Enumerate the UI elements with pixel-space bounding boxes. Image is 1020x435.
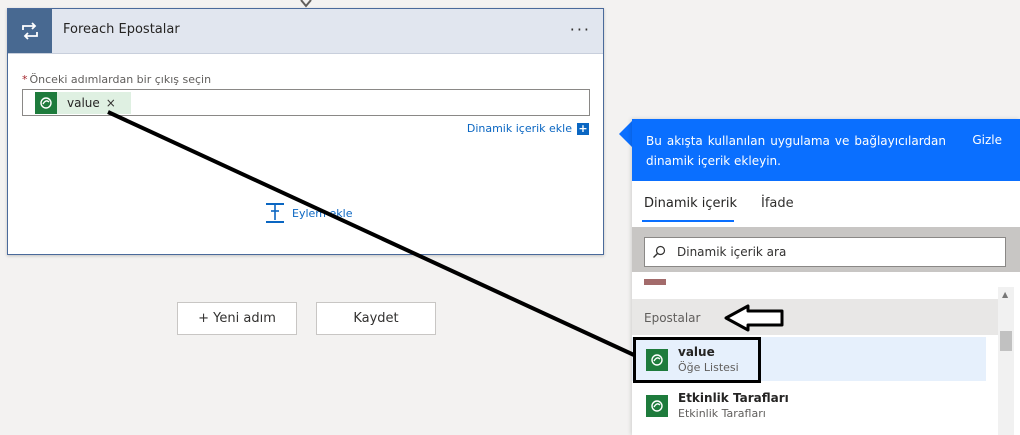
card-header[interactable]: Foreach Epostalar ···: [8, 9, 603, 54]
search-input[interactable]: Dinamik içerik ara: [644, 237, 1006, 267]
dynamic-content-panel: Bu akışta kullanılan uygulama ve bağlayı…: [632, 119, 1020, 435]
more-options-icon[interactable]: ···: [570, 20, 591, 39]
add-action-button[interactable]: Eylem ekle: [264, 202, 352, 224]
token-remove-icon[interactable]: ×: [106, 96, 116, 110]
partially-hidden-row: [644, 279, 1004, 287]
connector-arrow-icon: [300, 0, 312, 8]
field-label-text: Önceki adımlardan bir çıkış seçin: [29, 73, 212, 86]
card-title: Foreach Epostalar: [63, 22, 180, 37]
section-header: Epostalar: [632, 299, 1000, 335]
section-title: Epostalar: [644, 311, 701, 325]
add-action-label: Eylem ekle: [292, 206, 353, 220]
new-step-button[interactable]: + Yeni adım: [177, 302, 297, 335]
active-tab-indicator: [642, 220, 734, 222]
list-item-activity-parties[interactable]: Etkinlik Tarafları Etkinlik Tarafları: [632, 383, 986, 427]
required-mark: *: [22, 73, 28, 86]
save-button[interactable]: Kaydet: [316, 302, 436, 335]
tab-dynamic-content[interactable]: Dinamik içerik: [644, 196, 737, 211]
tab-expression[interactable]: İfade: [761, 196, 794, 211]
add-dynamic-content-link[interactable]: Dinamik içerik ekle +: [467, 122, 589, 135]
previous-output-input[interactable]: value ×: [22, 89, 590, 116]
hide-button[interactable]: Gizle: [972, 133, 1002, 147]
value-token[interactable]: value ×: [35, 92, 131, 114]
scroll-up-icon[interactable]: ▲: [1002, 290, 1008, 299]
scroll-thumb[interactable]: [1000, 331, 1012, 351]
dataverse-icon: [646, 395, 668, 417]
banner-text: Bu akışta kullanılan uygulama ve bağlayı…: [646, 134, 946, 168]
search-icon: [645, 245, 673, 259]
add-action-icon: [266, 203, 284, 223]
panel-banner: Bu akışta kullanılan uygulama ve bağlayı…: [632, 119, 1020, 181]
foreach-card: Foreach Epostalar ··· * Önceki adımlardan…: [7, 8, 604, 255]
search-area: Dinamik içerik ara: [632, 227, 1020, 272]
panel-caret: [619, 121, 632, 147]
plus-icon: +: [577, 121, 589, 135]
scrollbar[interactable]: ▲: [998, 287, 1014, 435]
item-subtitle: Etkinlik Tarafları: [678, 407, 766, 420]
field-label: * Önceki adımlardan bir çıkış seçin: [22, 73, 211, 86]
annotation-highlight-box: [633, 337, 761, 383]
token-label: value: [67, 96, 100, 110]
add-dynamic-content-label: Dinamik içerik ekle: [466, 122, 572, 135]
connector-icon: [644, 279, 666, 285]
item-name: Etkinlik Tarafları: [678, 391, 789, 405]
dataverse-icon: [35, 92, 57, 114]
loop-icon: [8, 9, 52, 53]
search-placeholder: Dinamik içerik ara: [677, 245, 787, 259]
